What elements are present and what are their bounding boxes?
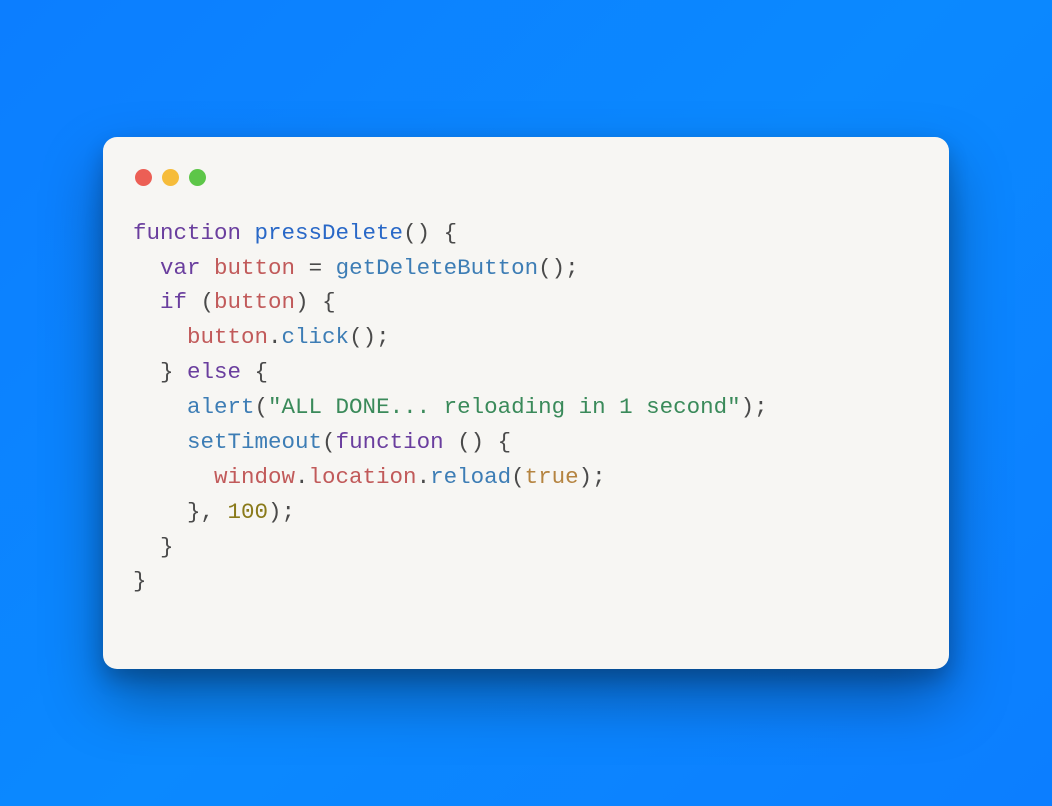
minimize-icon[interactable] — [162, 169, 179, 186]
maximize-icon[interactable] — [189, 169, 206, 186]
close-icon[interactable] — [135, 169, 152, 186]
code-content: function pressDelete() { var button = ge… — [133, 216, 919, 600]
code-window: function pressDelete() { var button = ge… — [103, 137, 949, 670]
window-titlebar — [133, 165, 919, 216]
